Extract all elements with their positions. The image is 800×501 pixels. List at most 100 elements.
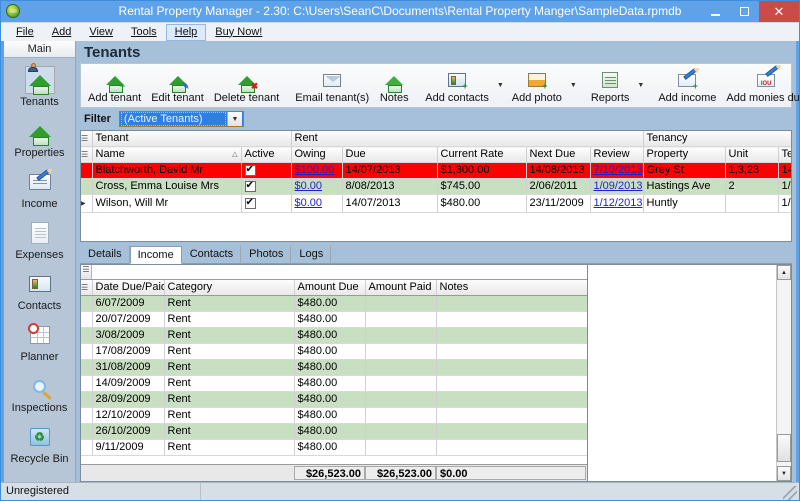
notes-button[interactable]: Notes	[374, 66, 414, 105]
tab-logs[interactable]: Logs	[291, 245, 331, 263]
row-selector[interactable]	[81, 163, 92, 179]
row-selector[interactable]	[81, 344, 92, 360]
list-item[interactable]: 20/07/2009Rent$480.00	[81, 312, 587, 328]
detail-vertical-scrollbar[interactable]: ▲ ▼	[776, 265, 791, 481]
add-tenant-button[interactable]: + Add tenant	[83, 66, 146, 105]
tab-contacts[interactable]: Contacts	[182, 245, 241, 263]
add-photo-button[interactable]: + Add photo	[507, 66, 567, 105]
column-header-review[interactable]: Review	[590, 147, 643, 163]
row-selector[interactable]	[81, 360, 92, 376]
sidebar-item-contacts[interactable]: Contacts	[4, 268, 76, 319]
maximize-button[interactable]	[730, 1, 759, 22]
sidebar-item-expenses[interactable]: Expenses	[4, 217, 76, 268]
email-tenants-button[interactable]: Email tenant(s)	[290, 66, 374, 105]
cell-amount-due[interactable]: $480.00	[294, 312, 365, 328]
cell-review[interactable]: 7/10/2013	[590, 163, 643, 179]
list-item[interactable]: 26/10/2009Rent$480.00	[81, 424, 587, 440]
cell-category[interactable]: Rent	[164, 424, 294, 440]
cell-notes[interactable]	[436, 344, 587, 360]
cell-amount-paid[interactable]	[365, 296, 436, 312]
row-selector[interactable]	[81, 312, 92, 328]
cell-notes[interactable]	[436, 296, 587, 312]
cell-date[interactable]: 28/09/2009	[92, 392, 164, 408]
column-header-owing[interactable]: Owing	[291, 147, 342, 163]
cell-amount-paid[interactable]	[365, 424, 436, 440]
cell-name[interactable]: Wilson, Will Mr	[92, 195, 241, 213]
column-header-active[interactable]: Active	[241, 147, 291, 163]
filter-value[interactable]: (Active Tenants)	[121, 112, 226, 126]
cell-date[interactable]: 14/09/2009	[92, 376, 164, 392]
list-item[interactable]: 14/09/2009Rent$480.00	[81, 376, 587, 392]
add-monies-due-button[interactable]: IOU Add monies due	[721, 66, 800, 105]
group-header-tenancy[interactable]: Tenancy	[643, 131, 791, 147]
list-item[interactable]: 9/11/2009Rent$480.00	[81, 440, 587, 456]
review-link[interactable]: 7/10/2013	[594, 164, 643, 176]
column-header-amount-paid[interactable]: Amount Paid	[365, 280, 436, 296]
cell-amount-due[interactable]: $480.00	[294, 376, 365, 392]
cell-tenancy-start[interactable]: 14/03/2007	[778, 163, 791, 179]
table-row[interactable]: Blatchworth, David Mr $100.00 14/07/2013…	[81, 163, 791, 179]
cell-name[interactable]: Blatchworth, David Mr	[92, 163, 241, 179]
cell-notes[interactable]	[436, 408, 587, 424]
group-header-rent[interactable]: Rent	[291, 131, 643, 147]
cell-current-rate[interactable]: $480.00	[437, 195, 526, 213]
cell-amount-paid[interactable]	[365, 344, 436, 360]
cell-notes[interactable]	[436, 392, 587, 408]
cell-date[interactable]: 31/08/2009	[92, 360, 164, 376]
income-group-bar[interactable]: ☰	[81, 265, 587, 280]
cell-owing[interactable]: $100.00	[291, 163, 342, 179]
scroll-track[interactable]	[777, 280, 791, 466]
cell-amount-due[interactable]: $480.00	[294, 440, 365, 456]
row-selector[interactable]	[81, 408, 92, 424]
owing-link[interactable]: $0.00	[295, 180, 323, 192]
cell-current-rate[interactable]: $1,300.00	[437, 163, 526, 179]
list-item[interactable]: 3/08/2009Rent$480.00	[81, 328, 587, 344]
sidebar-item-planner[interactable]: Planner	[4, 319, 76, 370]
cell-property[interactable]: Grey St	[643, 163, 725, 179]
cell-due[interactable]: 8/08/2013	[342, 179, 437, 195]
active-checkbox[interactable]	[245, 165, 256, 176]
cell-amount-due[interactable]: $480.00	[294, 408, 365, 424]
list-item[interactable]: 12/10/2009Rent$480.00	[81, 408, 587, 424]
tab-details[interactable]: Details	[80, 245, 130, 263]
cell-amount-due[interactable]: $480.00	[294, 392, 365, 408]
cell-amount-paid[interactable]	[365, 440, 436, 456]
table-row[interactable]: Cross, Emma Louise Mrs $0.00 8/08/2013 $…	[81, 179, 791, 195]
cell-next-due[interactable]: 14/08/2013	[526, 163, 590, 179]
minimize-button[interactable]	[701, 1, 730, 22]
cell-amount-paid[interactable]	[365, 408, 436, 424]
cell-date[interactable]: 9/11/2009	[92, 440, 164, 456]
cell-due[interactable]: 14/07/2013	[342, 195, 437, 213]
cell-unit[interactable]: 1,3,23	[725, 163, 778, 179]
row-selector[interactable]	[81, 440, 92, 456]
cell-next-due[interactable]: 23/11/2009	[526, 195, 590, 213]
cell-amount-due[interactable]: $480.00	[294, 344, 365, 360]
chevron-down-icon[interactable]: ▼	[227, 112, 242, 126]
table-row[interactable]: Wilson, Will Mr $0.00 14/07/2013 $480.00…	[81, 195, 791, 213]
column-header-category[interactable]: Category	[164, 280, 294, 296]
column-header-property[interactable]: Property	[643, 147, 725, 163]
cell-name[interactable]: Cross, Emma Louise Mrs	[92, 179, 241, 195]
cell-amount-due[interactable]: $480.00	[294, 328, 365, 344]
cell-category[interactable]: Rent	[164, 296, 294, 312]
cell-active[interactable]	[241, 179, 291, 195]
add-photo-dropdown-arrow[interactable]: ▼	[567, 66, 580, 105]
cell-date[interactable]: 26/10/2009	[92, 424, 164, 440]
income-grid[interactable]: ☰ ☰ Date Due/Paid Category	[80, 264, 588, 482]
cell-tenancy-start[interactable]: 1/10/2007	[778, 195, 791, 213]
cell-owing[interactable]: $0.00	[291, 179, 342, 195]
row-selector[interactable]	[81, 296, 92, 312]
cell-notes[interactable]	[436, 376, 587, 392]
menu-item-buy-now[interactable]: Buy Now!	[206, 24, 271, 41]
cell-date[interactable]: 6/07/2009	[92, 296, 164, 312]
cell-amount-paid[interactable]	[365, 376, 436, 392]
cell-notes[interactable]	[436, 424, 587, 440]
sidebar-item-tenants[interactable]: Tenants	[4, 64, 76, 115]
row-selector[interactable]	[81, 424, 92, 440]
scroll-up-button[interactable]: ▲	[777, 265, 791, 280]
menu-item-add[interactable]: Add	[43, 24, 81, 41]
column-header-date-due-paid[interactable]: Date Due/Paid	[92, 280, 164, 296]
cell-amount-paid[interactable]	[365, 312, 436, 328]
list-item[interactable]: 31/08/2009Rent$480.00	[81, 360, 587, 376]
reports-button[interactable]: Reports	[586, 66, 635, 105]
